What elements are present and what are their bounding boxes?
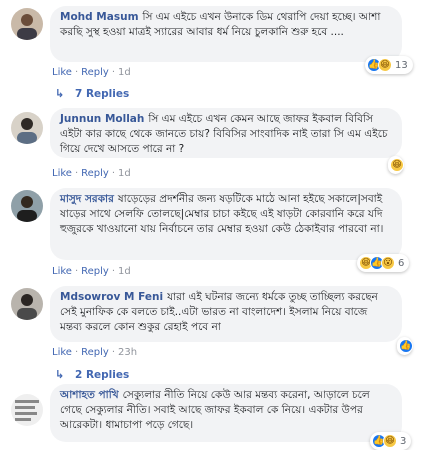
- comment-actions: Like · Reply · 1d: [52, 266, 131, 277]
- comment-bubble: Junnun Mollah সি এম এইচে এখন কেমন আছে জাফ…: [50, 108, 402, 158]
- reaction-summary[interactable]: 👍 😆 3: [370, 432, 412, 450]
- avatar[interactable]: [11, 288, 43, 320]
- comment-author[interactable]: Mdsowrov M Feni: [60, 291, 163, 303]
- reaction-summary[interactable]: 👍 😆 13: [365, 56, 413, 74]
- replies-count: 7 Replies: [75, 87, 130, 100]
- haha-reaction-icon: 😆: [383, 434, 397, 448]
- reaction-count: 3: [400, 435, 407, 447]
- timestamp[interactable]: 23h: [118, 347, 137, 358]
- reaction-summary[interactable]: 😆: [388, 156, 404, 174]
- comment-bubble: Mdsowrov M Feni যারা এই ঘটনার জন্যে ধর্মক…: [50, 286, 402, 342]
- like-button[interactable]: Like: [52, 67, 72, 78]
- avatar[interactable]: [11, 8, 43, 40]
- avatar[interactable]: [11, 394, 43, 426]
- comment-author[interactable]: মাসুদ সরকার: [60, 193, 114, 205]
- view-replies-link[interactable]: ↳ 7 Replies: [55, 87, 129, 100]
- view-replies-link[interactable]: ↳ 2 Replies: [55, 368, 129, 381]
- reaction-summary[interactable]: 👍: [397, 337, 413, 355]
- comment-actions: Like · Reply · 1d: [52, 67, 131, 78]
- like-reaction-icon: 👍: [399, 339, 413, 353]
- like-button[interactable]: Like: [52, 266, 72, 277]
- like-button[interactable]: Like: [52, 168, 72, 179]
- comment-bubble: মাসুদ সরকার ষাড়েড়ের প্রদর্শনীর জন্য ষড়…: [50, 188, 402, 260]
- haha-reaction-icon: 😆: [390, 158, 404, 172]
- timestamp[interactable]: 1d: [118, 266, 131, 277]
- reaction-count: 6: [398, 257, 405, 269]
- reply-button[interactable]: Reply: [81, 67, 109, 78]
- haha-reaction-icon: 😆: [378, 58, 392, 72]
- timestamp[interactable]: 1d: [118, 67, 131, 78]
- reply-button[interactable]: Reply: [81, 347, 109, 358]
- comment-bubble: আশাহত পাখি সেক্যুলার নীতি নিয়ে কেউ আর মন…: [50, 384, 402, 442]
- comment-bubble: Mohd Masum সি এম এইচে এখন উনাকে ডিম থেরাপ…: [50, 6, 402, 62]
- reaction-count: 13: [395, 59, 408, 71]
- comment-author[interactable]: Junnun Mollah: [60, 113, 144, 125]
- comment-author[interactable]: Mohd Masum: [60, 11, 139, 23]
- reply-button[interactable]: Reply: [81, 266, 109, 277]
- avatar[interactable]: [11, 112, 43, 144]
- replies-count: 2 Replies: [75, 368, 130, 381]
- reply-button[interactable]: Reply: [81, 168, 109, 179]
- reaction-summary[interactable]: 😆 👍 😮 6: [357, 254, 410, 272]
- reply-arrow-icon: ↳: [55, 368, 65, 381]
- reply-arrow-icon: ↳: [55, 87, 65, 100]
- avatar[interactable]: [11, 190, 43, 222]
- wow-reaction-icon: 😮: [381, 256, 395, 270]
- timestamp[interactable]: 1d: [118, 168, 131, 179]
- comment-actions: Like · Reply · 1d: [52, 168, 131, 179]
- comment-actions: Like · Reply · 23h: [52, 347, 138, 358]
- comment-author[interactable]: আশাহত পাখি: [60, 389, 119, 401]
- like-button[interactable]: Like: [52, 347, 72, 358]
